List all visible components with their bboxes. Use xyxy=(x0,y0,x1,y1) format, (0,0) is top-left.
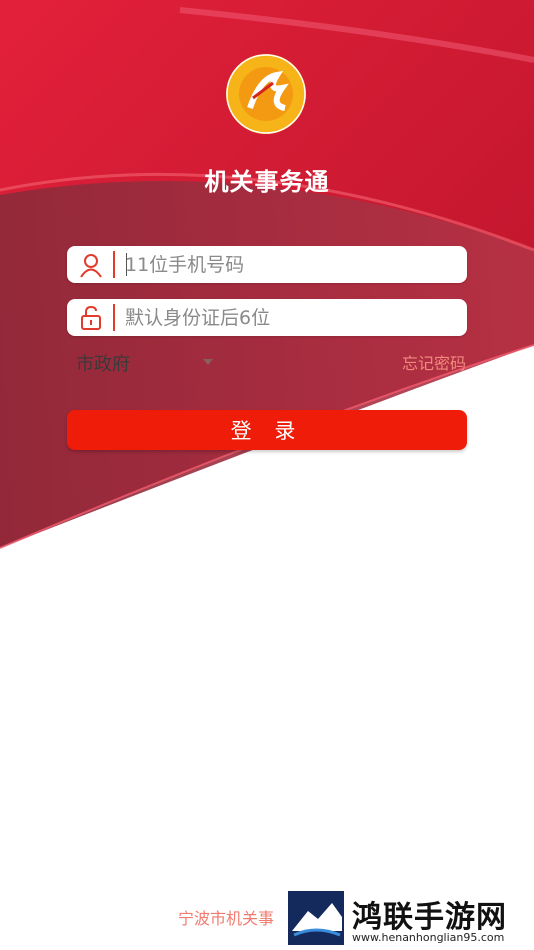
org-select-value: 市政府 xyxy=(76,354,130,375)
phone-field[interactable] xyxy=(67,246,467,283)
footer-text: 宁波市机关事 xyxy=(178,909,275,928)
caret-down-icon xyxy=(203,359,213,365)
password-input[interactable] xyxy=(125,302,455,333)
text-cursor xyxy=(126,253,127,276)
org-select[interactable]: 市政府 xyxy=(76,348,216,378)
phone-input[interactable] xyxy=(125,249,455,280)
app-logo xyxy=(225,53,307,135)
watermark-logo xyxy=(288,891,344,945)
user-icon xyxy=(78,252,104,278)
login-button[interactable]: 登 录 xyxy=(67,410,467,450)
app-title: 机关事务通 xyxy=(204,168,330,196)
field-divider xyxy=(113,304,115,331)
watermark-url: www.henanhonglian95.com xyxy=(352,931,505,944)
watermark-title: 鸿联手游网 xyxy=(352,900,507,935)
password-field[interactable] xyxy=(67,299,467,336)
watermark: 鸿联手游网 www.henanhonglian95.com xyxy=(286,889,534,947)
field-divider xyxy=(113,251,115,278)
forgot-password-link[interactable]: 忘记密码 xyxy=(402,350,466,374)
lock-icon xyxy=(78,305,104,331)
